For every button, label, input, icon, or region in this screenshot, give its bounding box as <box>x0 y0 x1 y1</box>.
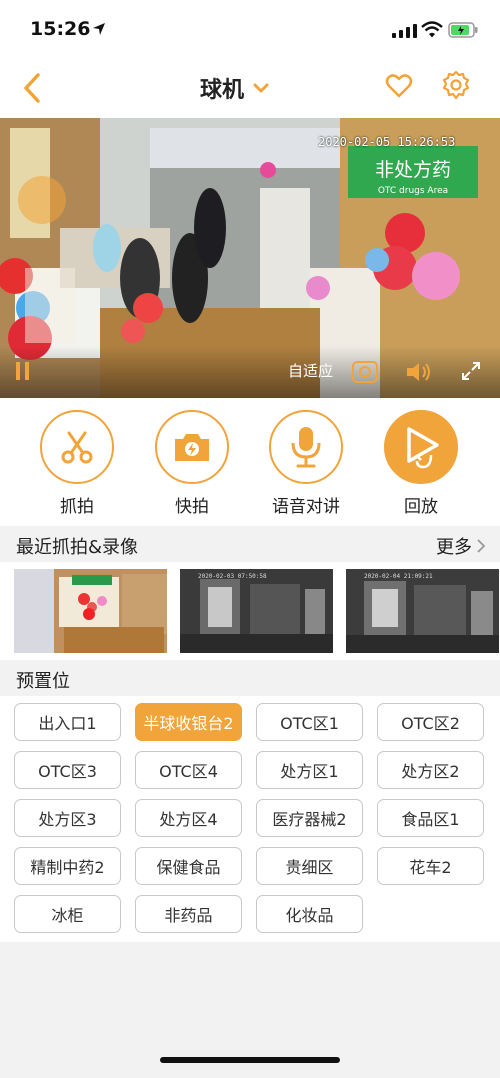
video-timestamp: 2020-02-05 15:26:53 <box>318 135 456 149</box>
preset-button[interactable]: 保健食品 <box>135 847 242 885</box>
page-title: 球机 <box>200 78 245 103</box>
wifi-icon <box>421 21 443 38</box>
live-video-player[interactable]: 非处方药 OTC drugs Area 2020-02-05 15:26:53 … <box>0 118 500 398</box>
pause-icon[interactable] <box>14 360 32 382</box>
action-bar: 抓拍 快拍 语音对讲 回放 <box>0 398 500 526</box>
preset-button[interactable]: 精制中药2 <box>14 847 121 885</box>
action-label: 回放 <box>404 497 438 517</box>
microphone-icon <box>269 410 343 484</box>
nav-bar: 球机 <box>0 60 500 118</box>
presets-section-header: 预置位 <box>0 660 500 696</box>
recent-thumbnails: 2020-02-03 07:50:58 2020-02-04 21:09:21 <box>0 562 500 660</box>
recent-thumbnail[interactable]: 2020-02-03 07:50:58 <box>180 569 333 653</box>
preset-button[interactable]: 处方区2 <box>377 751 484 789</box>
preset-button[interactable]: 非药品 <box>135 895 242 933</box>
preset-button[interactable]: 冰柜 <box>14 895 121 933</box>
heart-icon[interactable] <box>385 72 413 100</box>
preset-button[interactable]: 处方区3 <box>14 799 121 837</box>
section-title: 预置位 <box>16 671 70 692</box>
snapshot-image <box>14 569 167 653</box>
preset-button[interactable]: 贵细区 <box>256 847 363 885</box>
snapshot-button[interactable]: 抓拍 <box>32 410 122 520</box>
battery-icon <box>448 22 478 38</box>
preset-button[interactable]: OTC区3 <box>14 751 121 789</box>
preset-button[interactable]: 花车2 <box>377 847 484 885</box>
recent-thumbnail[interactable] <box>14 569 167 653</box>
chevron-right-icon <box>477 539 486 553</box>
action-label: 语音对讲 <box>272 497 340 517</box>
fullscreen-icon[interactable] <box>460 360 482 382</box>
status-bar: 15:26 <box>0 0 500 60</box>
location-arrow-icon <box>93 23 105 35</box>
device-title-dropdown[interactable]: 球机 <box>200 70 270 106</box>
playback-icon <box>384 410 458 484</box>
home-indicator <box>160 1057 340 1063</box>
preset-button[interactable]: OTC区4 <box>135 751 242 789</box>
recent-section-header: 最近抓拍&录像 更多 <box>0 526 500 562</box>
section-title: 最近抓拍&录像 <box>16 537 139 558</box>
preset-grid: 出入口1 半球收银台2 OTC区1 OTC区2 OTC区3 OTC区4 处方区1 处方区2 处方… <box>0 696 500 942</box>
adaptive-resolution-toggle[interactable]: 自适应 <box>288 360 333 381</box>
playback-button[interactable]: 回放 <box>376 410 466 520</box>
quick-capture-button[interactable]: 快拍 <box>147 410 237 520</box>
preset-button[interactable]: 处方区4 <box>135 799 242 837</box>
preset-button[interactable]: 化妆品 <box>256 895 363 933</box>
status-time: 15:26 <box>30 18 91 40</box>
voice-intercom-button[interactable]: 语音对讲 <box>261 410 351 520</box>
sign-subtext: OTC drugs Area <box>378 186 448 196</box>
scissors-icon <box>40 410 114 484</box>
preset-button[interactable]: OTC区1 <box>256 703 363 741</box>
preset-button[interactable]: 医疗器械2 <box>256 799 363 837</box>
camera-icon[interactable] <box>351 360 379 384</box>
sign-text: 非处方药 <box>375 159 451 181</box>
thumbnail-timestamp: 2020-02-04 21:09:21 <box>364 573 433 580</box>
preset-button[interactable]: 食品区1 <box>377 799 484 837</box>
preset-button[interactable]: OTC区2 <box>377 703 484 741</box>
signal-icon <box>392 24 417 38</box>
back-arrow-icon[interactable] <box>18 70 48 106</box>
action-label: 抓拍 <box>60 497 94 517</box>
preset-button[interactable]: 出入口1 <box>14 703 121 741</box>
video-controls: 自适应 <box>0 346 500 398</box>
action-label: 快拍 <box>175 497 209 517</box>
preset-button[interactable]: 处方区1 <box>256 751 363 789</box>
more-label: 更多 <box>436 537 472 558</box>
flash-camera-icon <box>155 410 229 484</box>
chevron-down-icon <box>253 83 269 93</box>
more-link[interactable]: 更多 <box>436 533 486 559</box>
recording-image <box>180 569 333 653</box>
recent-thumbnail[interactable]: 2020-02-04 21:09:21 <box>346 569 499 653</box>
preset-button[interactable]: 半球收银台2 <box>135 703 242 741</box>
recording-image <box>346 569 499 653</box>
thumbnail-timestamp: 2020-02-03 07:50:58 <box>198 573 267 580</box>
gear-icon[interactable] <box>441 70 471 100</box>
speaker-icon[interactable] <box>404 360 432 384</box>
